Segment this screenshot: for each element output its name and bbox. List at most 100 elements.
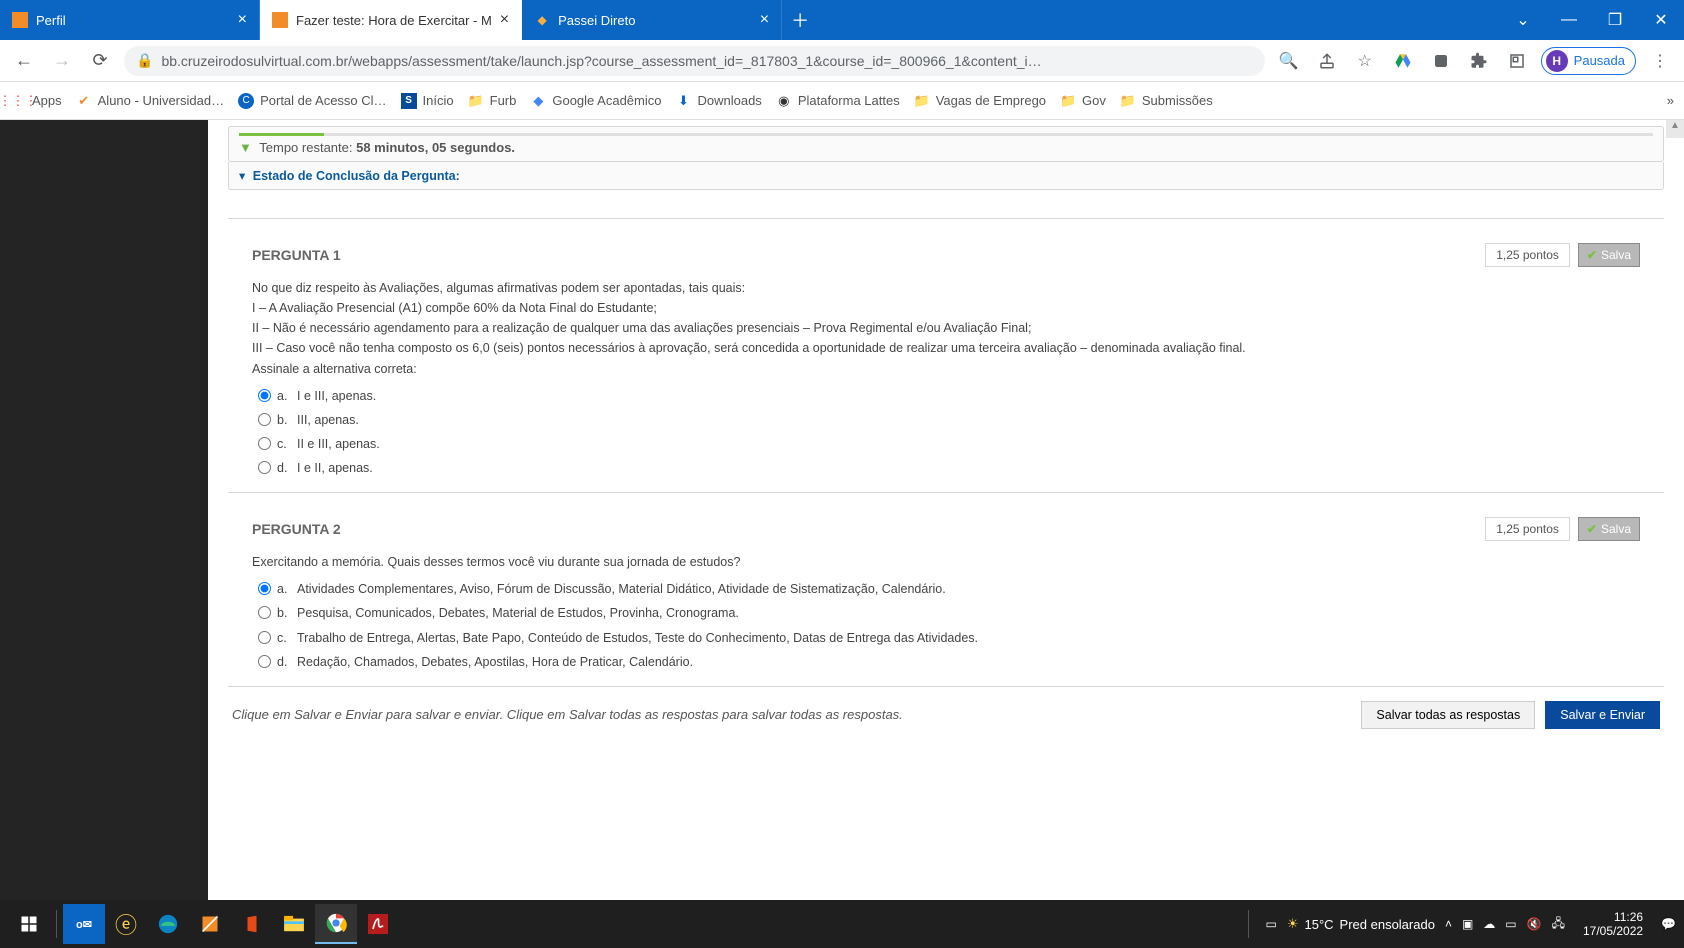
- browser-toolbar: ← → ⟳ 🔒 bb.cruzeirodosulvirtual.com.br/w…: [0, 40, 1684, 82]
- radio-input[interactable]: [258, 461, 271, 474]
- tray-volume-icon[interactable]: 🔇: [1527, 917, 1542, 931]
- option-c[interactable]: c. Trabalho de Entrega, Alertas, Bate Pa…: [252, 626, 1640, 650]
- tray-chevron-up-icon[interactable]: ˄: [1445, 917, 1452, 931]
- tab-passei[interactable]: ◆ Passei Direto ×: [522, 0, 782, 40]
- notifications-icon[interactable]: 💬: [1661, 917, 1676, 931]
- task-notes[interactable]: [189, 904, 231, 944]
- radio-input[interactable]: [258, 655, 271, 668]
- option-a[interactable]: a. I e III, apenas.: [252, 384, 1640, 408]
- radio-input[interactable]: [258, 437, 271, 450]
- tray-meet-icon[interactable]: ▣: [1462, 917, 1473, 931]
- saved-badge: ✔ Salva: [1578, 517, 1640, 541]
- tab-search-icon[interactable]: ⌄: [1500, 0, 1546, 40]
- bookmark-label: Apps: [32, 93, 62, 108]
- download-icon: ⬇: [675, 93, 691, 109]
- task-chrome[interactable]: [315, 904, 357, 944]
- collapse-icon[interactable]: ▼: [239, 140, 252, 155]
- tray-network-icon[interactable]: 🖧: [1552, 914, 1565, 935]
- system-tray: ▭ ☀ 15°C Pred ensolarado ˄ ▣ ☁ ▭ 🔇 🖧 11:…: [1242, 910, 1676, 939]
- option-letter: a.: [277, 580, 291, 598]
- radio-input[interactable]: [258, 389, 271, 402]
- reload-button[interactable]: ⟳: [86, 47, 114, 75]
- clock-time: 11:26: [1583, 910, 1643, 924]
- weather-widget[interactable]: ☀ 15°C Pred ensolarado: [1287, 916, 1435, 932]
- option-b[interactable]: b. Pesquisa, Comunicados, Debates, Mater…: [252, 601, 1640, 625]
- submit-bar: Clique em Salvar e Enviar para salvar e …: [228, 687, 1664, 743]
- folder-icon: 📁: [914, 93, 930, 109]
- profile-button[interactable]: H Pausada: [1541, 47, 1636, 75]
- reading-list-icon[interactable]: [1503, 47, 1531, 75]
- address-bar[interactable]: 🔒 bb.cruzeirodosulvirtual.com.br/webapps…: [124, 46, 1265, 76]
- task-explorer[interactable]: [273, 904, 315, 944]
- check-icon: ✔: [1587, 248, 1597, 262]
- submit-note: Clique em Salvar e Enviar para salvar e …: [232, 707, 903, 722]
- profile-status-label: Pausada: [1574, 53, 1625, 68]
- radio-input[interactable]: [258, 631, 271, 644]
- task-edge[interactable]: [147, 904, 189, 944]
- favicon-icon: [12, 12, 28, 28]
- option-d[interactable]: d. Redação, Chamados, Debates, Apostilas…: [252, 650, 1640, 674]
- option-c[interactable]: c. II e III, apenas.: [252, 432, 1640, 456]
- bookmark-downloads[interactable]: ⬇Downloads: [675, 93, 761, 109]
- task-ie[interactable]: ⓔ: [105, 904, 147, 944]
- option-d[interactable]: d. I e II, apenas.: [252, 456, 1640, 480]
- zoom-icon[interactable]: 🔍: [1275, 47, 1303, 75]
- completion-status-bar[interactable]: ▾ Estado de Conclusão da Pergunta:: [228, 162, 1664, 190]
- start-button[interactable]: [8, 904, 50, 944]
- question-title: PERGUNTA 2: [252, 521, 341, 537]
- bookmark-furb[interactable]: 📁Furb: [468, 93, 517, 109]
- question-1: PERGUNTA 1 1,25 pontos ✔ Salva No que di…: [228, 218, 1664, 493]
- apps-button[interactable]: ⋮⋮⋮Apps: [10, 93, 62, 109]
- question-title: PERGUNTA 1: [252, 247, 341, 263]
- option-b[interactable]: b. III, apenas.: [252, 408, 1640, 432]
- task-view-icon[interactable]: ▭: [1265, 917, 1276, 931]
- maximize-icon[interactable]: ❐: [1592, 0, 1638, 40]
- extension-icon[interactable]: [1427, 47, 1455, 75]
- bookmark-overflow[interactable]: »: [1667, 93, 1674, 108]
- scroll-up-button[interactable]: ▲: [1666, 120, 1684, 138]
- star-icon[interactable]: ☆: [1351, 47, 1379, 75]
- bookmark-google-academico[interactable]: ◆Google Acadêmico: [530, 93, 661, 109]
- tab-perfil[interactable]: Perfil ×: [0, 0, 260, 40]
- radio-input[interactable]: [258, 582, 271, 595]
- bookmark-gov[interactable]: 📁Gov: [1060, 93, 1106, 109]
- minimize-icon[interactable]: —: [1546, 0, 1592, 40]
- close-icon[interactable]: ×: [760, 12, 769, 28]
- puzzle-icon[interactable]: [1465, 47, 1493, 75]
- new-tab-button[interactable]: ＋: [782, 0, 818, 40]
- option-a[interactable]: a. Atividades Complementares, Aviso, Fór…: [252, 577, 1640, 601]
- close-icon[interactable]: ×: [500, 12, 509, 28]
- bookmark-aluno[interactable]: ✔Aluno - Universidad…: [76, 93, 224, 109]
- bookmark-vagas[interactable]: 📁Vagas de Emprego: [914, 93, 1046, 109]
- save-submit-button[interactable]: Salvar e Enviar: [1545, 701, 1660, 729]
- clock[interactable]: 11:26 17/05/2022: [1575, 910, 1651, 939]
- save-all-button[interactable]: Salvar todas as respostas: [1361, 701, 1535, 729]
- forward-button[interactable]: →: [48, 47, 76, 75]
- tab-test[interactable]: Fazer teste: Hora de Exercitar - M ×: [260, 0, 522, 40]
- weather-desc: Pred ensolarado: [1340, 917, 1435, 932]
- bookmark-inicio[interactable]: SInício: [401, 93, 454, 109]
- menu-icon[interactable]: ⋮: [1646, 47, 1674, 75]
- back-button[interactable]: ←: [10, 47, 38, 75]
- close-icon[interactable]: ×: [238, 12, 247, 28]
- bookmark-label: Furb: [490, 93, 517, 108]
- question-line: Assinale a alternativa correta:: [252, 360, 1640, 378]
- question-stem: No que diz respeito às Avaliações, algum…: [252, 279, 1640, 297]
- windows-taskbar: o✉ ⓔ ▭ ☀ 15°C Pred ensolarado ˄ ▣ ☁ ▭ 🔇 …: [0, 900, 1684, 948]
- radio-input[interactable]: [258, 606, 271, 619]
- drive-icon[interactable]: [1389, 47, 1417, 75]
- task-acrobat[interactable]: [357, 904, 399, 944]
- saved-label: Salva: [1601, 248, 1631, 262]
- task-office[interactable]: [231, 904, 273, 944]
- tray-battery-icon[interactable]: ▭: [1505, 917, 1516, 931]
- bookmark-submissoes[interactable]: 📁Submissões: [1120, 93, 1213, 109]
- bookmarks-bar: ⋮⋮⋮Apps ✔Aluno - Universidad… CPortal de…: [0, 82, 1684, 120]
- bookmark-lattes[interactable]: ◉Plataforma Lattes: [776, 93, 900, 109]
- option-text: Pesquisa, Comunicados, Debates, Material…: [297, 604, 739, 622]
- share-icon[interactable]: [1313, 47, 1341, 75]
- tray-onedrive-icon[interactable]: ☁: [1483, 917, 1495, 931]
- radio-input[interactable]: [258, 413, 271, 426]
- close-window-icon[interactable]: ✕: [1638, 0, 1684, 40]
- bookmark-portal[interactable]: CPortal de Acesso Cl…: [238, 93, 386, 109]
- task-outlook[interactable]: o✉: [63, 904, 105, 944]
